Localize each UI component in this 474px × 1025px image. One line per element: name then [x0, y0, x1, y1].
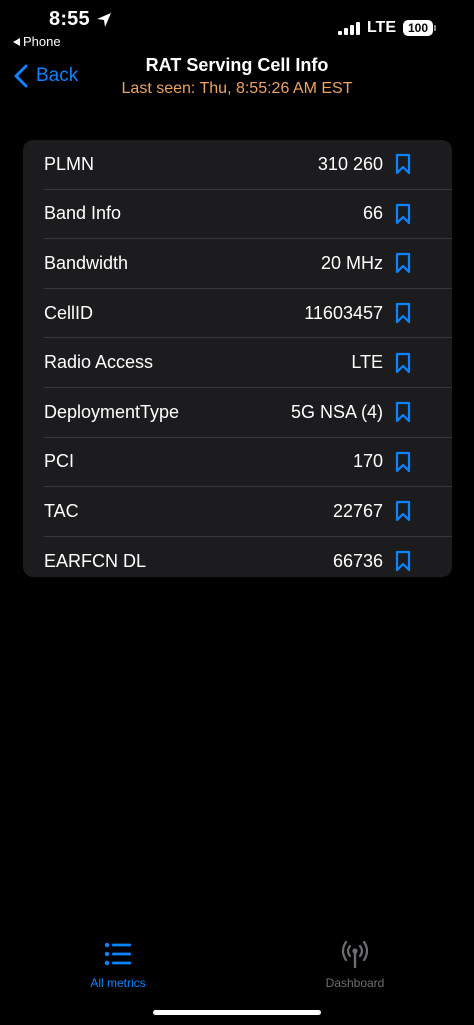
row-value: 11603457: [304, 302, 383, 323]
info-row-plmn: PLMN 310 260: [44, 140, 452, 190]
tab-label: All metrics: [90, 976, 146, 990]
battery-level: 100: [403, 20, 433, 36]
row-value: 22767: [332, 500, 383, 521]
row-label: Radio Access: [44, 352, 154, 373]
battery-icon: 100: [403, 20, 436, 36]
page-title: RAT Serving Cell Info: [145, 55, 329, 75]
row-value: 66736: [332, 550, 383, 571]
row-label: Bandwidth: [44, 252, 129, 273]
cell-info-card: PLMN 310 260 Band Info 66 Bandwidth 20 M…: [23, 140, 452, 577]
info-row-pci: PCI 170: [44, 438, 452, 488]
antenna-icon: [341, 940, 369, 968]
home-indicator[interactable]: [153, 1010, 321, 1015]
info-row-deployment-type: DeploymentType 5G NSA (4): [44, 388, 452, 438]
row-value: 66: [362, 203, 383, 224]
row-value: 20 MHz: [320, 252, 383, 273]
row-label: PLMN: [44, 153, 95, 174]
bookmark-icon[interactable]: [395, 252, 411, 274]
tab-label: Dashboard: [325, 976, 385, 990]
last-seen-subtitle: Last seen: Thu, 8:55:26 AM EST: [121, 80, 353, 97]
info-row-radio-access: Radio Access LTE: [44, 338, 452, 388]
location-arrow-icon: [96, 12, 111, 27]
back-app-label: Phone: [23, 34, 61, 49]
bookmark-icon[interactable]: [395, 401, 411, 423]
back-triangle-icon: [13, 37, 20, 46]
row-label: EARFCN DL: [44, 550, 147, 571]
bookmark-icon[interactable]: [395, 500, 411, 522]
clock-text: 8:55: [49, 8, 90, 30]
bookmark-icon[interactable]: [395, 302, 411, 324]
info-row-earfcn-dl: EARFCN DL 66736: [44, 537, 452, 586]
row-value: 5G NSA (4): [290, 401, 383, 422]
tab-dashboard[interactable]: Dashboard: [322, 940, 388, 990]
row-value: 310 260: [317, 153, 383, 174]
info-row-bandwidth: Bandwidth 20 MHz: [44, 239, 452, 289]
bookmark-icon[interactable]: [395, 153, 411, 175]
info-row-band-info: Band Info 66: [44, 190, 452, 240]
bookmark-icon[interactable]: [395, 550, 411, 572]
tab-all-metrics[interactable]: All metrics: [88, 940, 148, 990]
info-row-tac: TAC 22767: [44, 487, 452, 537]
bookmark-icon[interactable]: [395, 451, 411, 473]
row-label: TAC: [44, 500, 79, 521]
status-indicators: LTE 100: [337, 19, 436, 37]
bookmark-icon[interactable]: [395, 203, 411, 225]
info-row-cellid: CellID 11603457: [44, 289, 452, 339]
cellular-signal-icon: [337, 21, 360, 35]
status-time: 8:55: [49, 8, 112, 31]
row-label: CellID: [44, 302, 94, 323]
back-to-app[interactable]: Phone: [13, 34, 61, 49]
bookmark-icon[interactable]: [395, 352, 411, 374]
row-label: PCI: [44, 451, 75, 472]
row-label: DeploymentType: [44, 401, 180, 422]
row-label: Band Info: [44, 203, 122, 224]
row-value: 170: [352, 451, 383, 472]
list-icon: [104, 942, 131, 966]
row-value: LTE: [351, 352, 383, 373]
network-type: LTE: [366, 19, 396, 36]
